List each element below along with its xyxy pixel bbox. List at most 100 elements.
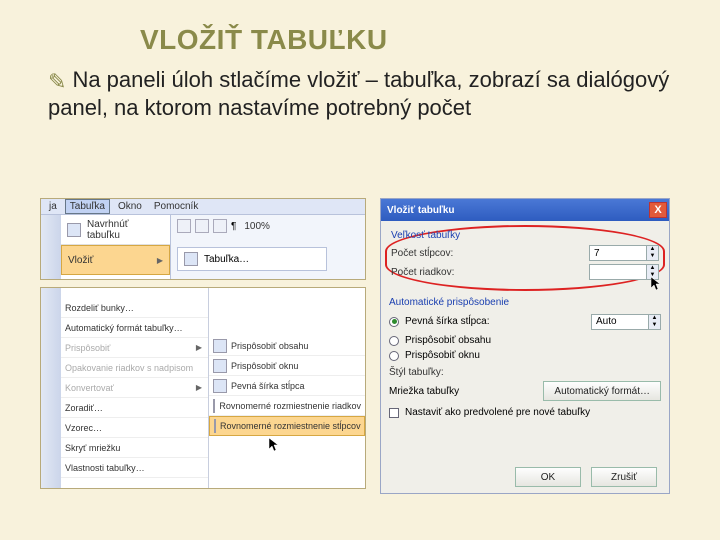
style-value: Mriežka tabuľky	[389, 386, 459, 397]
radio-window-label: Prispôsobiť oknu	[405, 350, 480, 361]
submenu-label: Tabuľka…	[204, 254, 249, 265]
down-icon[interactable]: ▼	[647, 272, 658, 279]
slide-title: VLOŽIŤ TABUĽKU	[0, 0, 720, 66]
highlight-ring: Veľkosť tabuľky Počet stĺpcov: 7 ▲▼ Poče…	[385, 225, 665, 291]
ctx-label: Zoradiť…	[65, 403, 103, 413]
remember-label: Nastaviť ako predvolené pre nové tabuľky	[405, 407, 590, 418]
radio-fixed[interactable]	[389, 317, 399, 327]
sub-prisobsah[interactable]: Prispôsobiť obsahu	[209, 336, 365, 356]
fixed-width-value: Auto	[592, 316, 648, 327]
ctx-autofmt[interactable]: Automatický formát tabuľky…	[61, 318, 208, 338]
ctx-label: Prispôsobiť	[65, 343, 110, 353]
sub-rovnriadky[interactable]: Rovnomerné rozmiestnenie riadkov	[209, 396, 365, 416]
autoformat-button[interactable]: Automatický formát…	[543, 381, 661, 401]
ctx-zoradit[interactable]: Zoradiť…	[61, 398, 208, 418]
ctx-label: Vlastnosti tabuľky…	[65, 463, 145, 473]
group-size: Veľkosť tabuľky	[391, 230, 659, 241]
fixed-width-icon	[213, 379, 227, 393]
radio-content[interactable]	[389, 336, 399, 346]
cols-label: Počet stĺpcov:	[391, 248, 453, 259]
radio-content-label: Prispôsobiť obsahu	[405, 335, 491, 346]
body-paragraph: Na paneli úloh stlačíme vložiť – tabuľka…	[48, 67, 669, 120]
ctx-label: Opakovanie riadkov s nadpisom	[65, 363, 193, 373]
screenshot-menu: ja Tabuľka Okno Pomocník Navrhnúť tabuľk…	[40, 198, 366, 280]
zoom-value[interactable]: 100%	[244, 221, 270, 232]
sub-label: Prispôsobiť oknu	[231, 361, 298, 371]
sub-pevna[interactable]: Pevná šírka stĺpca	[209, 376, 365, 396]
remember-checkbox[interactable]	[389, 408, 399, 418]
up-icon[interactable]: ▲	[647, 246, 658, 253]
ctx-skryt[interactable]: Skryť mriežku	[61, 438, 208, 458]
menu-navrhnut-label: Navrhnúť tabuľku	[87, 219, 164, 241]
fixed-width-spinner[interactable]: Auto ▲▼	[591, 314, 661, 330]
sub-label: Rovnomerné rozmiestnenie stĺpcov	[220, 421, 361, 431]
rows-label: Počet riadkov:	[391, 267, 454, 278]
ctx-label: Automatický formát tabuľky…	[65, 323, 183, 333]
menu-vlozit-label: Vložiť	[68, 255, 93, 266]
screenshot-insert-table-dialog: Vložiť tabuľku X Veľkosť tabuľky Počet s…	[380, 198, 670, 494]
bullet-icon: ✎	[48, 68, 66, 96]
toolbar-icon-3[interactable]	[213, 219, 227, 233]
menu-item-pomocnik[interactable]: Pomocník	[150, 200, 202, 213]
radio-window[interactable]	[389, 351, 399, 361]
menubar: ja Tabuľka Okno Pomocník	[41, 199, 365, 215]
sub-label: Prispôsobiť obsahu	[231, 341, 308, 351]
body-text: ✎Na paneli úloh stlačíme vložiť – tabuľk…	[0, 66, 720, 121]
ctx-label: Skryť mriežku	[65, 443, 120, 453]
pencil-icon	[67, 223, 81, 237]
menu-vlozit[interactable]: Vložiť ▶	[61, 245, 170, 275]
menu-toolbar: Navrhnúť tabuľku Vložiť ▶ ¶ 100% Tabuľ	[41, 215, 365, 279]
menu-item-0[interactable]: ja	[45, 200, 61, 213]
chevron-right-icon: ▶	[157, 256, 163, 265]
dialog-title: Vložiť tabuľku	[387, 205, 455, 216]
table-icon	[184, 252, 198, 266]
ctx-opakovanie: Opakovanie riadkov s nadpisom	[61, 358, 208, 378]
figures-container: ja Tabuľka Okno Pomocník Navrhnúť tabuľk…	[40, 198, 684, 498]
autofit-content-icon	[213, 339, 227, 353]
submenu-tabulka[interactable]: Tabuľka…	[177, 247, 327, 271]
style-label: Štýl tabuľky:	[389, 367, 661, 378]
ctx-vzorec[interactable]: Vzorec…	[61, 418, 208, 438]
chevron-right-icon: ▶	[196, 343, 202, 352]
group-autofit: Automatické prispôsobenie	[389, 297, 661, 308]
ok-button[interactable]: OK	[515, 467, 581, 487]
menu-right: ¶ 100% Tabuľka…	[171, 215, 365, 279]
menu-item-tabulka[interactable]: Tabuľka	[65, 199, 110, 214]
toolbar-icon-2[interactable]	[195, 219, 209, 233]
ctx-rozdelit[interactable]: Rozdeliť bunky…	[61, 298, 208, 318]
menu-dropdown: Navrhnúť tabuľku Vložiť ▶	[61, 215, 171, 279]
toolbar-icon-1[interactable]	[177, 219, 191, 233]
sub-label: Pevná šírka stĺpca	[231, 381, 305, 391]
close-button[interactable]: X	[649, 202, 667, 218]
screenshot-context-menu: Rozdeliť bunky… Automatický formát tabuľ…	[40, 287, 366, 489]
ctx-konvertovat[interactable]: Konvertovať ▶	[61, 378, 208, 398]
sub-label: Rovnomerné rozmiestnenie riadkov	[219, 401, 361, 411]
cols-value: 7	[590, 248, 646, 259]
up-icon[interactable]: ▲	[647, 265, 658, 272]
distribute-rows-icon	[213, 399, 215, 413]
sub-rovnstlpce[interactable]: Rovnomerné rozmiestnenie stĺpcov	[209, 416, 365, 436]
context-main: Rozdeliť bunky… Automatický formát tabuľ…	[61, 288, 209, 488]
ctx-label: Rozdeliť bunky…	[65, 303, 134, 313]
ctx-vlastnosti[interactable]: Vlastnosti tabuľky…	[61, 458, 208, 478]
sub-prisokno[interactable]: Prispôsobiť oknu	[209, 356, 365, 376]
up-icon[interactable]: ▲	[649, 315, 660, 322]
dialog-titlebar: Vložiť tabuľku X	[381, 199, 669, 221]
menu-gutter	[41, 215, 61, 279]
cancel-button[interactable]: Zrušiť	[591, 467, 657, 487]
paragraph-icon[interactable]: ¶	[231, 221, 236, 232]
menu-item-okno[interactable]: Okno	[114, 200, 146, 213]
chevron-right-icon: ▶	[196, 383, 202, 392]
menu-navrhnut[interactable]: Navrhnúť tabuľku	[61, 215, 170, 245]
context-submenu: Prispôsobiť obsahu Prispôsobiť oknu Pevn…	[209, 288, 365, 488]
ctx-label: Vzorec…	[65, 423, 102, 433]
context-gutter	[41, 288, 61, 488]
rows-spinner[interactable]: ▲▼	[589, 264, 659, 280]
cols-spinner[interactable]: 7 ▲▼	[589, 245, 659, 261]
down-icon[interactable]: ▼	[647, 253, 658, 260]
autofit-window-icon	[213, 359, 227, 373]
ctx-prisposobit[interactable]: Prispôsobiť ▶	[61, 338, 208, 358]
down-icon[interactable]: ▼	[649, 322, 660, 329]
ctx-label: Konvertovať	[65, 383, 114, 393]
radio-fixed-label: Pevná šírka stĺpca:	[405, 316, 489, 327]
